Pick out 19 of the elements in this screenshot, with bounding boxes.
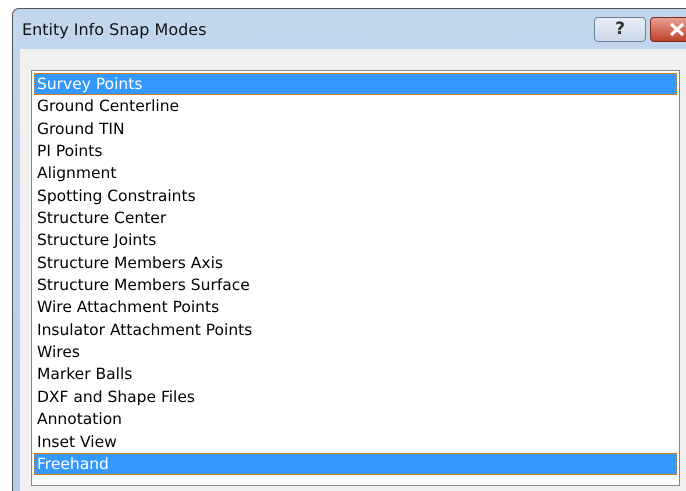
close-icon xyxy=(669,22,685,36)
help-button[interactable]: ? xyxy=(594,16,646,42)
list-item[interactable]: Structure Center xyxy=(34,207,677,230)
list-item[interactable]: Marker Balls xyxy=(34,363,677,386)
window-title: Entity Info Snap Modes xyxy=(21,20,208,38)
list-item[interactable]: Structure Members Axis xyxy=(34,252,677,274)
list-item[interactable]: Structure Members Surface xyxy=(34,274,677,296)
list-item[interactable]: Annotation xyxy=(34,408,677,430)
list-item[interactable]: Wire Attachment Points xyxy=(34,296,677,319)
list-item[interactable]: Structure Joints xyxy=(34,229,677,252)
list-item[interactable]: Ground TIN xyxy=(34,118,677,140)
list-item[interactable]: PI Points xyxy=(34,140,677,162)
list-item[interactable]: DXF and Shape Files xyxy=(34,386,677,408)
list-item[interactable]: Ground Centerline xyxy=(34,95,677,118)
list-item[interactable]: Insulator Attachment Points xyxy=(34,318,677,342)
list-item[interactable]: Inset View xyxy=(34,430,677,453)
list-item[interactable]: Spotting Constraints xyxy=(34,184,677,208)
list-item[interactable]: Alignment xyxy=(34,162,677,185)
list-item[interactable]: Wires xyxy=(34,341,677,364)
